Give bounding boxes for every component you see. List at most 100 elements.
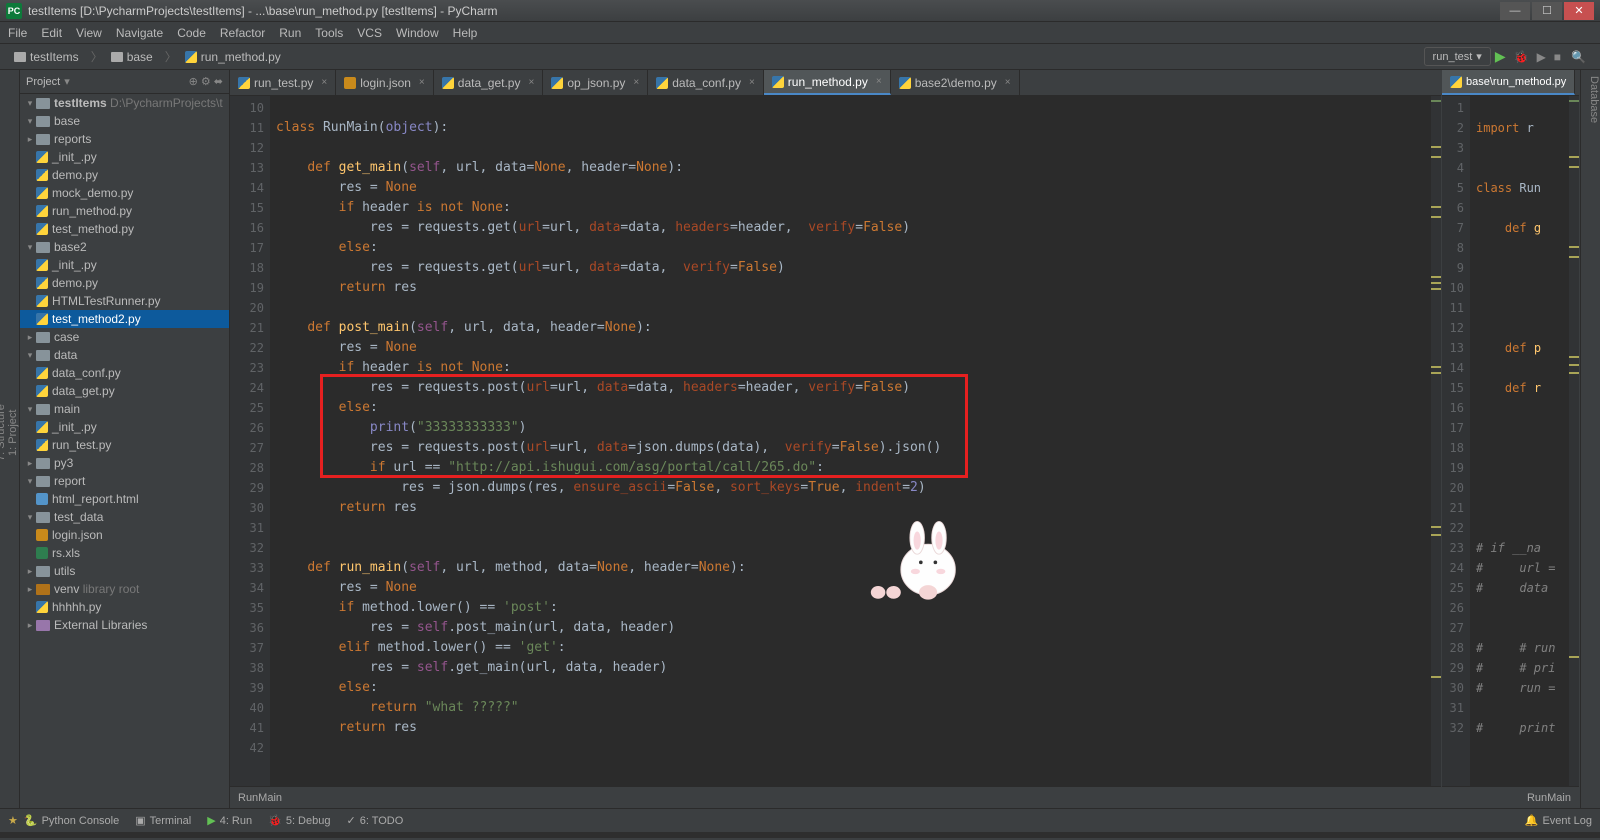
code-content[interactable]: class RunMain(object): def get_main(self… <box>270 96 1431 786</box>
tree-file[interactable]: demo.py <box>20 166 229 184</box>
menu-edit[interactable]: Edit <box>41 26 62 40</box>
tree-file[interactable]: rs.xls <box>20 544 229 562</box>
breadcrumb-class[interactable]: RunMain <box>1527 792 1571 804</box>
tree-file[interactable]: data_get.py <box>20 382 229 400</box>
run-config-select[interactable]: run_test▾ <box>1424 47 1491 66</box>
editor-breadcrumb: RunMain <box>230 786 1441 808</box>
menu-file[interactable]: File <box>8 26 27 40</box>
tree-file[interactable]: hhhhh.py <box>20 598 229 616</box>
menu-view[interactable]: View <box>76 26 102 40</box>
event-log-button[interactable]: 🔔 Event Log <box>1525 814 1592 827</box>
breadcrumb-base[interactable]: base <box>105 48 159 66</box>
tree-folder-main[interactable]: ▾main <box>20 400 229 418</box>
window-controls: — ☐ ✕ <box>1500 2 1594 20</box>
tree-folder-case[interactable]: ▸case <box>20 328 229 346</box>
side-tabs: base\run_method.py <box>1442 70 1579 96</box>
tree-folder-testdata[interactable]: ▾test_data <box>20 508 229 526</box>
close-icon[interactable]: × <box>876 76 882 87</box>
tree-folder-py3[interactable]: ▸py3 <box>20 454 229 472</box>
tab-opjson[interactable]: op_json.py× <box>543 70 648 95</box>
close-button[interactable]: ✕ <box>1564 2 1594 20</box>
menu-help[interactable]: Help <box>453 26 478 40</box>
stop-button[interactable]: ■ <box>1554 50 1561 64</box>
menu-run[interactable]: Run <box>279 26 301 40</box>
maximize-button[interactable]: ☐ <box>1532 2 1562 20</box>
project-panel: Project ▾ ⊕ ⚙ ⬌ ▾testItems D:\PycharmPro… <box>20 70 230 808</box>
menubar: File Edit View Navigate Code Refactor Ru… <box>0 22 1600 44</box>
tree-file[interactable]: _init_.py <box>20 418 229 436</box>
tree-folder-report[interactable]: ▾report <box>20 472 229 490</box>
tab-side[interactable]: base\run_method.py <box>1442 70 1575 95</box>
tree-file[interactable]: test_method.py <box>20 220 229 238</box>
side-minimap[interactable] <box>1569 96 1579 786</box>
debug-button[interactable]: 🐞 <box>1514 50 1529 64</box>
close-icon[interactable]: × <box>321 77 327 88</box>
close-icon[interactable]: × <box>419 77 425 88</box>
tree-file[interactable]: _init_.py <box>20 148 229 166</box>
menu-navigate[interactable]: Navigate <box>116 26 163 40</box>
coverage-button[interactable]: ▶ <box>1537 50 1546 64</box>
terminal-button[interactable]: ▣ Terminal <box>135 814 191 827</box>
tree-file-selected[interactable]: test_method2.py <box>20 310 229 328</box>
tree-file[interactable]: data_conf.py <box>20 364 229 382</box>
side-code-content[interactable]: import r class Run def g def p def r # i… <box>1470 96 1569 786</box>
breadcrumb-class[interactable]: RunMain <box>238 792 282 804</box>
run-tool-button[interactable]: ▶ 4: Run <box>207 814 252 827</box>
tree-external-libs[interactable]: ▸External Libraries <box>20 616 229 634</box>
todo-button[interactable]: ✓ 6: TODO <box>346 814 403 827</box>
right-tab-database[interactable]: Database <box>1588 76 1600 123</box>
tree-file[interactable]: run_test.py <box>20 436 229 454</box>
tab-runmethod[interactable]: run_method.py× <box>764 70 891 95</box>
menu-window[interactable]: Window <box>396 26 439 40</box>
project-tree: ▾testItems D:\PycharmProjects\t ▾base ▸r… <box>20 94 229 808</box>
tree-file[interactable]: _init_.py <box>20 256 229 274</box>
minimize-button[interactable]: — <box>1500 2 1530 20</box>
tab-dataconf[interactable]: data_conf.py× <box>648 70 764 95</box>
tree-root[interactable]: ▾testItems D:\PycharmProjects\t <box>20 94 229 112</box>
menu-tools[interactable]: Tools <box>315 26 343 40</box>
tree-file[interactable]: mock_demo.py <box>20 184 229 202</box>
gear-icon[interactable]: ⊕ ⚙ ⬌ <box>189 75 223 88</box>
tree-folder-utils[interactable]: ▸utils <box>20 562 229 580</box>
code-viewport[interactable]: 1011121314151617181920212223242526272829… <box>230 96 1441 786</box>
side-code-viewport[interactable]: 1234567891011121314151617181920212223242… <box>1442 96 1579 786</box>
navbar: testItems 〉 base 〉 run_method.py run_tes… <box>0 44 1600 70</box>
close-icon[interactable]: × <box>633 77 639 88</box>
tab-base2demo[interactable]: base2\demo.py× <box>891 70 1020 95</box>
left-tab-structure[interactable]: 7: Structure <box>0 78 7 788</box>
menu-refactor[interactable]: Refactor <box>220 26 265 40</box>
editor-area: run_test.py× login.json× data_get.py× op… <box>230 70 1580 808</box>
breadcrumb-file[interactable]: run_method.py <box>179 48 287 66</box>
tree-file[interactable]: demo.py <box>20 274 229 292</box>
close-icon[interactable]: × <box>528 77 534 88</box>
project-header-label: Project <box>26 76 60 88</box>
tree-file[interactable]: login.json <box>20 526 229 544</box>
run-button[interactable]: ▶ <box>1495 48 1506 65</box>
tree-file[interactable]: html_report.html <box>20 490 229 508</box>
breadcrumb-root[interactable]: testItems <box>8 48 85 66</box>
menu-code[interactable]: Code <box>177 26 206 40</box>
python-console-button[interactable]: 🐍 Python Console <box>24 814 119 827</box>
tab-dataget[interactable]: data_get.py× <box>434 70 544 95</box>
tree-folder-venv[interactable]: ▸venv library root <box>20 580 229 598</box>
close-icon[interactable]: × <box>749 77 755 88</box>
bottom-toolbar: ★ 🐍 Python Console ▣ Terminal ▶ 4: Run 🐞… <box>0 808 1600 832</box>
menu-vcs[interactable]: VCS <box>357 26 382 40</box>
python-icon <box>185 51 197 63</box>
tree-folder-base2[interactable]: ▾base2 <box>20 238 229 256</box>
search-icon[interactable]: 🔍 <box>1571 50 1586 64</box>
chevron-down-icon[interactable]: ▾ <box>64 75 70 88</box>
line-gutter: 1011121314151617181920212223242526272829… <box>230 96 270 786</box>
tree-file[interactable]: run_method.py <box>20 202 229 220</box>
tree-folder-data[interactable]: ▾data <box>20 346 229 364</box>
tab-runtest[interactable]: run_test.py× <box>230 70 336 95</box>
tree-folder-reports[interactable]: ▸reports <box>20 130 229 148</box>
tab-login[interactable]: login.json× <box>336 70 434 95</box>
close-icon[interactable]: × <box>1005 77 1011 88</box>
scrollbar-minimap[interactable] <box>1431 96 1441 786</box>
tree-file[interactable]: HTMLTestRunner.py <box>20 292 229 310</box>
left-tab-project[interactable]: 1: Project <box>7 78 19 788</box>
debug-tool-button[interactable]: 🐞 5: Debug <box>268 814 330 827</box>
right-tool-gutter: Database <box>1580 70 1600 808</box>
tree-folder-base[interactable]: ▾base <box>20 112 229 130</box>
